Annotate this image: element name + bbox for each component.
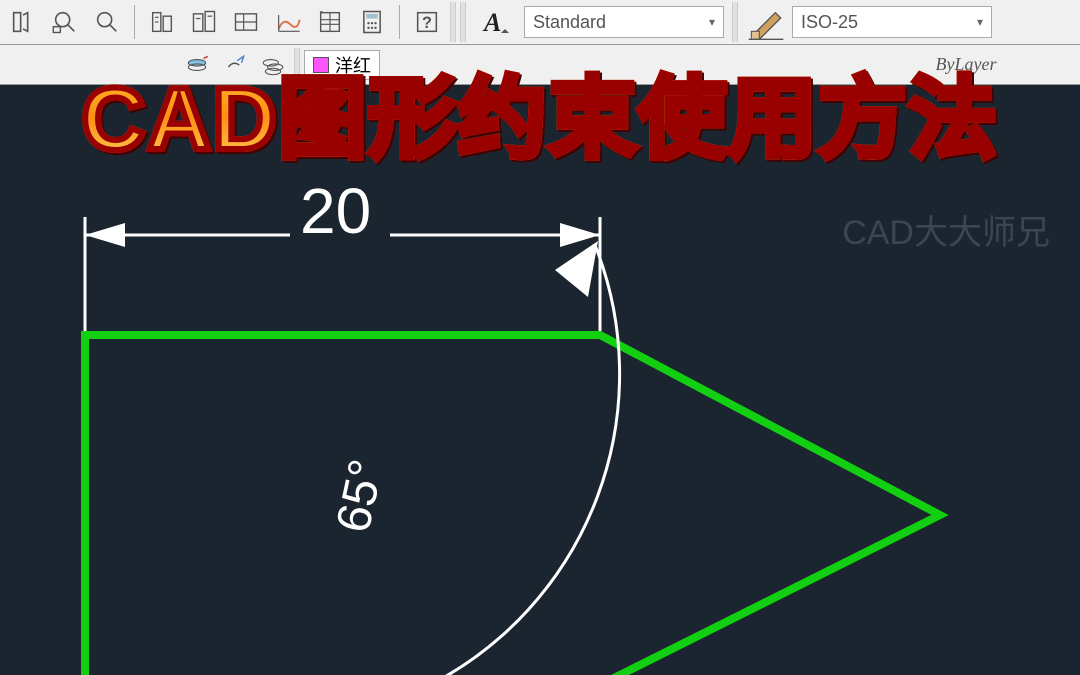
color-dropdown[interactable]: 洋红 (304, 50, 380, 80)
dimstyle-icon[interactable] (746, 2, 786, 42)
building-icon-1[interactable] (143, 3, 181, 41)
toolbar-btn-1[interactable] (4, 3, 42, 41)
zoom-icon[interactable] (88, 3, 126, 41)
building-icon-2[interactable] (185, 3, 223, 41)
calculator-icon[interactable] (353, 3, 391, 41)
linetype-dropdown[interactable]: ByLayer (856, 49, 1076, 81)
dimstyle-dropdown[interactable]: ISO-25 ▾ (792, 6, 992, 38)
plot-icon[interactable] (269, 3, 307, 41)
layer-btn-2[interactable] (218, 49, 252, 81)
chevron-down-icon: ▾ (709, 15, 715, 29)
panel-divider (732, 2, 738, 42)
plan-icon[interactable] (227, 3, 265, 41)
text-style-dropdown[interactable]: Standard ▾ (524, 6, 724, 38)
text-style-value: Standard (533, 12, 606, 33)
text-style-icon[interactable]: A (474, 2, 518, 42)
dimstyle-value: ISO-25 (801, 12, 858, 33)
chevron-down-icon: ▾ (977, 15, 983, 29)
separator (399, 5, 400, 39)
linetype-value: ByLayer (936, 54, 997, 75)
zoom-window-icon[interactable] (46, 3, 84, 41)
toolbar-row-1: ? A Standard ▾ ISO-25 ▾ (0, 0, 1080, 45)
color-name: 洋红 (335, 52, 371, 78)
panel-divider (294, 48, 300, 82)
toolbar-row-2: 洋红 ByLayer (0, 45, 1080, 85)
dim-linear-text: 20 (300, 175, 371, 247)
layer-btn-1[interactable] (180, 49, 214, 81)
dim-style-group: ISO-25 ▾ (742, 2, 996, 42)
dim-angular-text: 65° (327, 455, 394, 537)
cad-diagram: 20 65° (0, 85, 1080, 675)
svg-text:A: A (482, 8, 501, 37)
magenta-swatch (313, 57, 329, 73)
drawing-canvas[interactable]: 20 65° CAD大大师兄 (0, 85, 1080, 675)
panel-divider (450, 2, 456, 42)
table-icon[interactable] (311, 3, 349, 41)
help-icon[interactable]: ? (408, 3, 446, 41)
text-style-group: A Standard ▾ (470, 2, 728, 42)
layer-btn-3[interactable] (256, 49, 290, 81)
svg-text:?: ? (422, 14, 432, 32)
panel-divider (460, 2, 466, 42)
separator (134, 5, 135, 39)
